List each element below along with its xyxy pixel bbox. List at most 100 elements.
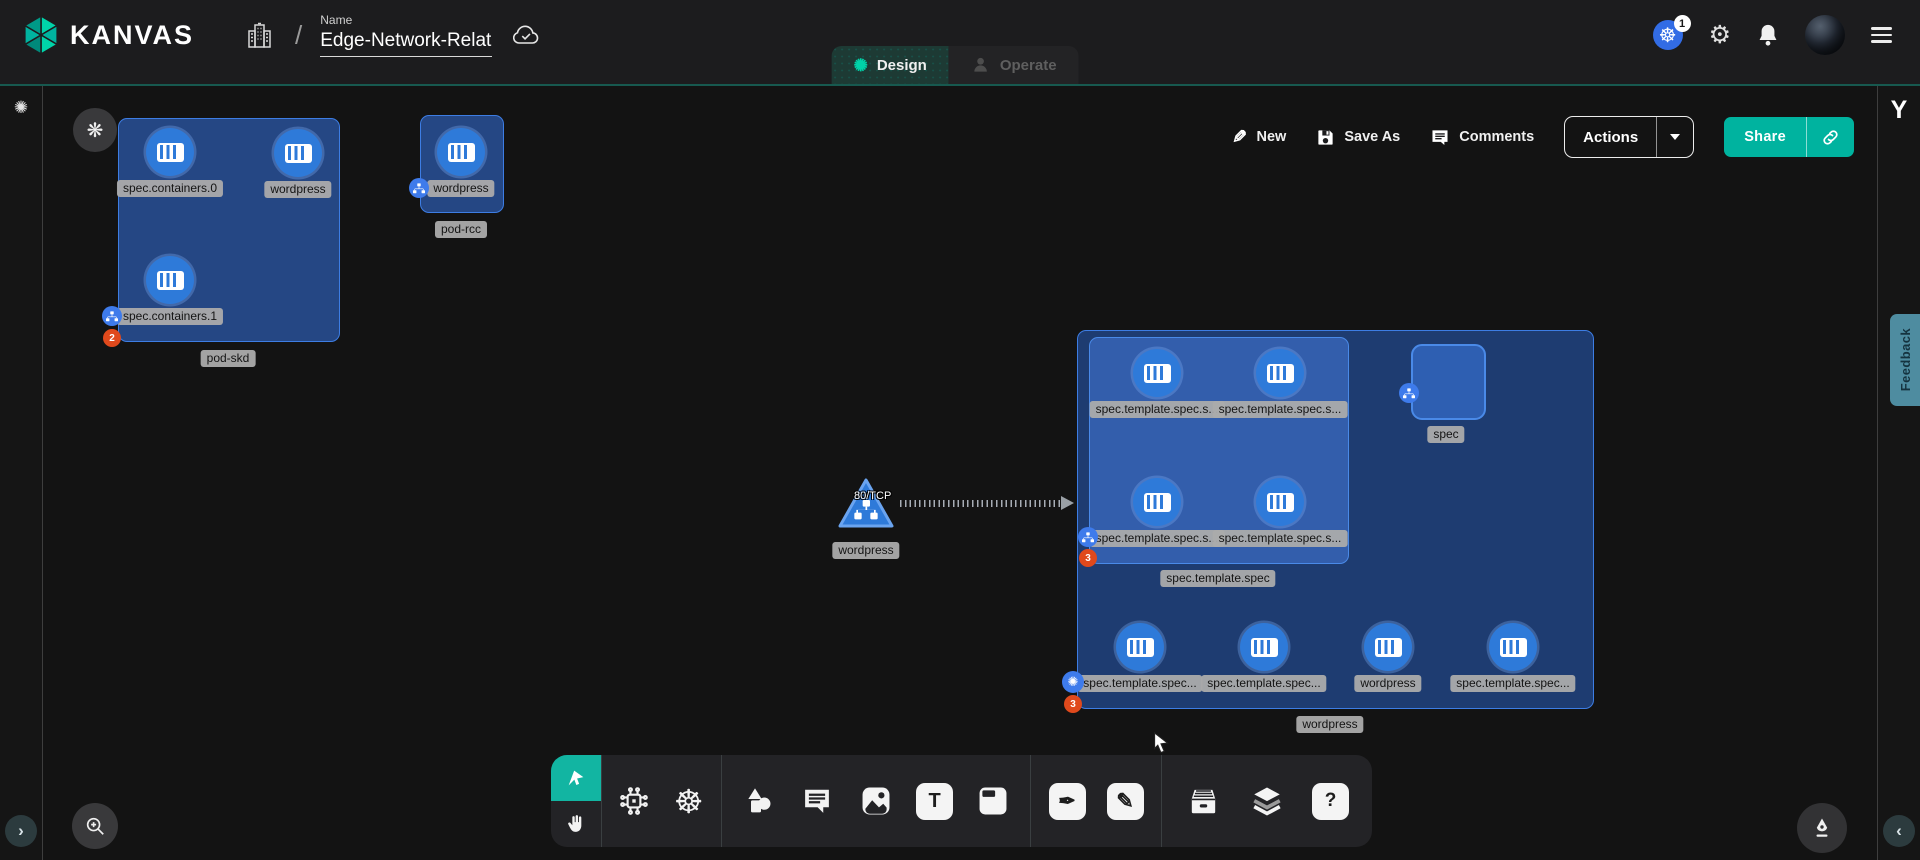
node-spec-containers-1[interactable]: spec.containers.1 (146, 256, 194, 304)
container-icon (448, 143, 475, 162)
group-hierarchy-badge[interactable] (102, 306, 122, 326)
tool-component-chip-icon[interactable] (612, 773, 656, 829)
container-icon (1251, 638, 1278, 657)
user-avatar[interactable] (1805, 15, 1845, 55)
tool-note-icon[interactable] (971, 773, 1015, 829)
group-label: wordpress (1296, 716, 1363, 733)
tool-layers-icon[interactable] (1245, 773, 1289, 829)
share-split-button[interactable]: Share (1724, 117, 1854, 157)
service-edge[interactable] (900, 500, 1062, 507)
node-label: spec (1427, 426, 1464, 443)
tool-sketch-icon[interactable]: ✎ (1103, 773, 1147, 829)
kanvas-logo[interactable]: KANVAS (22, 14, 194, 56)
node-template-container[interactable]: spec.template.spec... (1240, 623, 1288, 671)
node-template-container[interactable]: spec.template.spec.s... (1256, 478, 1304, 526)
new-button[interactable]: ✎ New (1232, 128, 1286, 146)
freehand-pen-button[interactable] (1797, 803, 1847, 853)
node-template-container[interactable]: spec.template.spec... (1116, 623, 1164, 671)
tool-pen-icon[interactable]: ✒ (1045, 773, 1089, 829)
tab-design[interactable]: ✺ Design (832, 46, 949, 84)
container-icon (157, 143, 184, 162)
node-wordpress-container[interactable]: wordpress (274, 129, 322, 177)
collaboration-y-icon[interactable]: Y (1878, 96, 1920, 125)
menu-hamburger-icon[interactable] (1871, 27, 1892, 43)
design-spiral-icon: ✺ (854, 57, 868, 74)
expand-left-panel-button[interactable]: › (5, 815, 37, 847)
group-label: spec.template.spec (1160, 570, 1275, 587)
node-label: spec.template.spec.s... (1213, 530, 1348, 547)
node-spec-containers-0[interactable]: spec.containers.0 (146, 128, 194, 176)
service-sitemap-icon (854, 500, 878, 520)
tab-operate[interactable]: Operate (949, 46, 1079, 84)
tool-pan-hand[interactable] (551, 801, 601, 847)
group-deployment-badge[interactable]: ✺ (1062, 671, 1084, 693)
actions-split-button[interactable]: Actions (1564, 116, 1694, 158)
node-label: spec.template.spec.s... (1090, 530, 1225, 547)
magnifier-plus-icon (84, 815, 106, 837)
tab-underline (0, 84, 1920, 86)
node-label: spec.template.spec.s... (1090, 401, 1225, 418)
actions-dropdown-toggle[interactable] (1657, 134, 1693, 140)
organization-icon[interactable] (246, 21, 273, 49)
node-service-wordpress[interactable] (836, 476, 896, 532)
node-template-container[interactable]: spec.template.spec.s... (1133, 478, 1181, 526)
canvas-toolbar: ☸ T (551, 755, 1372, 847)
scribble-icon: ✺ (1068, 674, 1079, 690)
group-hierarchy-badge[interactable] (409, 178, 429, 198)
copy-link-button[interactable] (1807, 128, 1854, 147)
kanvas-app: { "header": { "brand": "KANVAS", "separa… (0, 0, 1920, 860)
history-spiral-icon[interactable]: ✺ (0, 98, 42, 118)
canvas-config-button[interactable]: ❋ (73, 108, 117, 152)
node-label: spec.template.spec... (1450, 675, 1575, 692)
kubernetes-context-icon[interactable]: ☸ 1 (1653, 20, 1683, 50)
edge-arrowhead-icon (1061, 496, 1074, 510)
fountain-pen-glyph: ✒ (1049, 783, 1086, 820)
issue-count-badge[interactable]: 3 (1079, 549, 1097, 567)
tool-cursor[interactable] (551, 755, 601, 801)
zoom-button[interactable] (72, 803, 118, 849)
node-template-container[interactable]: spec.template.spec.s... (1133, 349, 1181, 397)
comments-label: Comments (1459, 129, 1534, 145)
container-icon (285, 144, 312, 163)
settings-gear-icon[interactable]: ⚙ (1709, 23, 1731, 48)
tool-shapes-icon[interactable] (737, 773, 781, 829)
design-name-input[interactable] (320, 28, 492, 57)
tool-comment-icon[interactable] (795, 773, 839, 829)
expand-right-panel-button[interactable]: ‹ (1883, 815, 1915, 847)
issue-count-badge[interactable]: 2 (103, 329, 121, 347)
node-label: spec.containers.0 (117, 180, 223, 197)
node-wordpress-container[interactable]: wordpress (1364, 623, 1412, 671)
comments-button[interactable]: Comments (1430, 128, 1534, 147)
node-label: wordpress (832, 542, 899, 559)
save-as-button[interactable]: Save As (1316, 128, 1400, 147)
feedback-label: Feedback (1898, 328, 1913, 391)
tool-help-icon[interactable]: ? (1309, 773, 1353, 829)
share-label: Share (1724, 129, 1806, 145)
node-template-container[interactable]: spec.template.spec.s... (1256, 349, 1304, 397)
context-count-badge: 1 (1674, 15, 1691, 32)
chevron-down-icon (1670, 134, 1680, 140)
tool-image-icon[interactable] (854, 773, 898, 829)
cursor-arrow-icon (565, 767, 587, 789)
node-template-container[interactable]: spec.template.spec... (1489, 623, 1537, 671)
tool-drawer-icon[interactable] (1182, 773, 1226, 829)
breadcrumb-separator: / (295, 20, 302, 51)
new-button-label: New (1257, 129, 1287, 145)
node-wordpress-container[interactable]: wordpress (437, 128, 485, 176)
node-spec-empty[interactable] (1411, 344, 1486, 420)
container-icon (1144, 493, 1171, 512)
design-name-block: Name (320, 13, 492, 57)
issue-count-badge[interactable]: 3 (1064, 695, 1082, 713)
kanvas-hex-icon (22, 14, 60, 56)
group-hierarchy-badge[interactable] (1078, 527, 1098, 547)
design-canvas[interactable]: ✎ New Save As Comments Acti (0, 86, 1920, 860)
feedback-tab[interactable]: Feedback (1890, 314, 1920, 406)
cloud-saved-icon (510, 23, 542, 47)
node-hierarchy-badge[interactable] (1399, 383, 1419, 403)
tool-text-icon[interactable]: T (913, 773, 957, 829)
container-icon (1500, 638, 1527, 657)
tool-kubernetes-icon[interactable]: ☸ (667, 773, 711, 829)
node-label: wordpress (264, 181, 331, 198)
container-icon (1144, 364, 1171, 383)
notifications-bell-icon[interactable] (1757, 23, 1779, 47)
